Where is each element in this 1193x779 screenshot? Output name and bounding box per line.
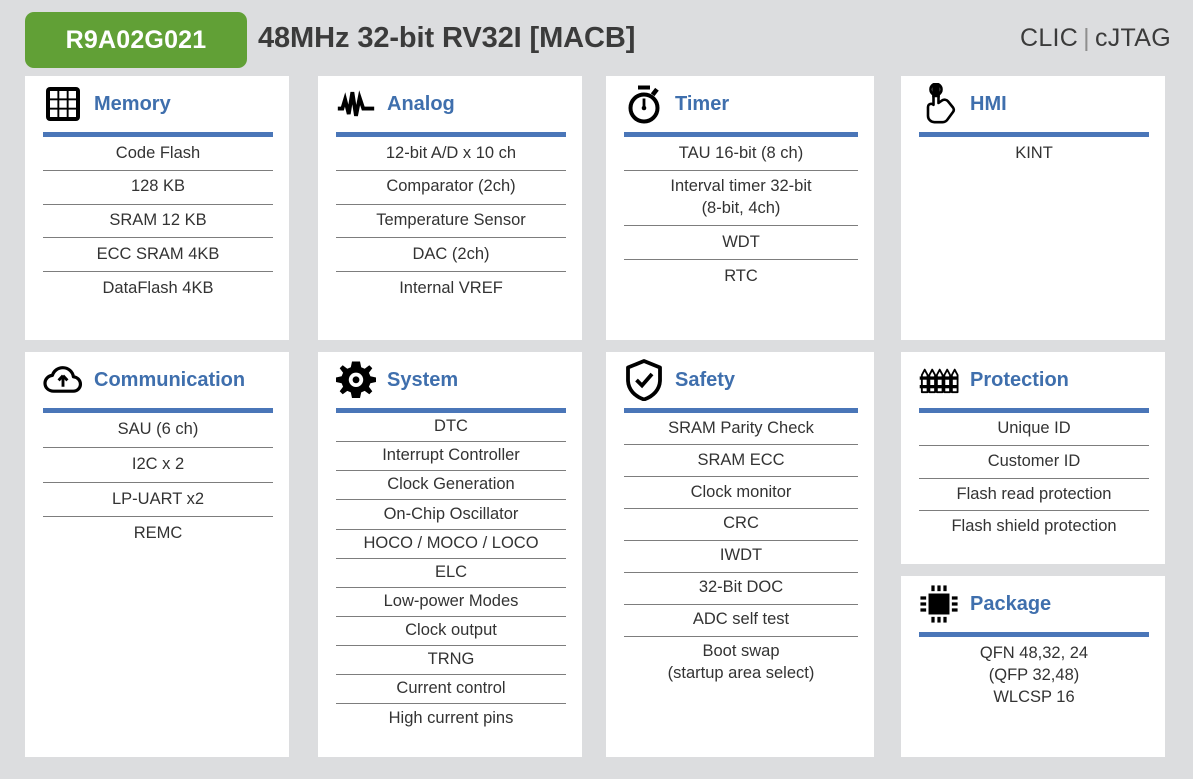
feature-item: On-Chip Oscillator — [336, 500, 566, 530]
feature-item: SRAM ECC — [624, 445, 858, 477]
feature-item: ADC self test — [624, 605, 858, 637]
feature-list-package: QFN 48,32, 24 (QFP 32,48) WLCSP 16 — [901, 637, 1165, 714]
feature-item: ELC — [336, 559, 566, 588]
feature-item: Low-power Modes — [336, 588, 566, 617]
card-title-memory: Memory — [94, 92, 171, 115]
feature-item: 32-Bit DOC — [624, 573, 858, 605]
touch-hand-icon — [919, 83, 959, 124]
feature-item: Clock monitor — [624, 477, 858, 509]
feature-item: Code Flash — [43, 137, 273, 171]
feature-list-hmi: KINT — [901, 137, 1165, 170]
card-header-safety: Safety — [606, 352, 874, 408]
feature-item: High current pins — [388, 708, 514, 727]
feature-item: 12-bit A/D x 10 ch — [336, 137, 566, 171]
card-header-memory: Memory — [25, 76, 289, 132]
feature-item: DataFlash 4KB — [102, 278, 214, 297]
card-memory: Memory Code Flash 128 KB SRAM 12 KB ECC SRAM… — [25, 76, 289, 340]
header: R9A02G021 48MHz 32-bit RV32I [MACB] CLIC… — [0, 0, 1193, 72]
feature-item: Temperature Sensor — [336, 205, 566, 239]
page-title: 48MHz 32-bit RV32I [MACB] — [258, 22, 636, 54]
card-title-hmi: HMI — [970, 92, 1007, 115]
cloud-upload-icon — [43, 360, 83, 400]
card-protection: Protection Unique ID Customer ID Flash read… — [901, 352, 1165, 564]
card-title-communication: Communication — [94, 368, 246, 391]
card-hmi: HMI KINT — [901, 76, 1165, 340]
feature-item: Unique ID — [919, 413, 1149, 446]
feature-item: DAC (2ch) — [336, 238, 566, 273]
feature-item: REMC — [133, 524, 183, 543]
card-header-analog: Analog — [318, 76, 582, 132]
card-header-communication: Communication — [25, 352, 289, 408]
header-feature-labels: CLIC | cJTAG — [1020, 24, 1171, 53]
feature-item: TAU 16-bit (8 ch) — [624, 137, 858, 171]
feature-item: CRC — [624, 509, 858, 541]
card-header-package: Package — [901, 576, 1165, 632]
feature-item: SRAM 12 KB — [43, 205, 273, 239]
shield-check-icon — [624, 359, 664, 401]
feature-item: I2C x 2 — [43, 448, 273, 483]
feature-list-safety: SRAM Parity Check SRAM ECC Clock monitor CR… — [606, 413, 874, 689]
card-header-protection: Protection — [901, 352, 1165, 408]
card-safety: Safety SRAM Parity Check SRAM ECC Clock mon… — [606, 352, 874, 757]
waveform-icon — [336, 84, 376, 124]
card-communication: Communication SAU (6 ch) I2C x 2 LP-UART x2… — [25, 352, 289, 757]
chip-part-number-badge: R9A02G021 — [25, 12, 247, 68]
chip-part-number-text: R9A02G021 — [65, 25, 207, 54]
feature-item: Flash shield protection — [951, 517, 1117, 536]
card-package: Package QFN 48,32, 24 (QFP 32,48) WLCSP 1… — [901, 576, 1165, 757]
feature-item: Clock output — [336, 617, 566, 647]
feature-item: HOCO / MOCO / LOCO — [336, 530, 566, 559]
card-title-safety: Safety — [675, 368, 736, 391]
feature-list-timer: TAU 16-bit (8 ch) Interval timer 32-bit (… — [606, 137, 874, 293]
chip-icon — [919, 584, 959, 624]
feature-item: SRAM Parity Check — [624, 413, 858, 445]
feature-item: Flash read protection — [919, 479, 1149, 512]
feature-item: Comparator (2ch) — [336, 171, 566, 205]
feature-list-protection: Unique ID Customer ID Flash read protectio… — [901, 413, 1165, 543]
feature-list-memory: Code Flash 128 KB SRAM 12 KB ECC SRAM 4KB Da… — [25, 137, 289, 305]
feature-item: WDT — [624, 226, 858, 261]
card-title-timer: Timer — [675, 92, 730, 115]
diagram-page: R9A02G021 48MHz 32-bit RV32I [MACB] CLIC… — [0, 0, 1193, 779]
feature-item: QFN 48,32, 24 (QFP 32,48) WLCSP 16 — [979, 644, 1089, 706]
feature-item: SAU (6 ch) — [43, 413, 273, 448]
feature-item: Interrupt Controller — [336, 442, 566, 472]
stopwatch-icon — [624, 84, 664, 124]
card-header-hmi: HMI — [901, 76, 1165, 132]
feature-item: RTC — [724, 266, 758, 285]
feature-item: KINT — [1015, 143, 1053, 162]
card-header-system: System — [318, 352, 582, 408]
feature-item: 128 KB — [43, 171, 273, 205]
card-analog: Analog 12-bit A/D x 10 ch Comparator (2ch)… — [318, 76, 582, 340]
feature-list-communication: SAU (6 ch) I2C x 2 LP-UART x2 REMC — [25, 413, 289, 551]
card-title-analog: Analog — [387, 92, 455, 115]
card-title-package: Package — [970, 592, 1052, 615]
feature-item: IWDT — [624, 541, 858, 573]
feature-item: Current control — [336, 675, 566, 705]
header-label-cjtag: cJTAG — [1094, 24, 1171, 52]
header-label-clic: CLIC — [1019, 24, 1079, 52]
feature-list-analog: 12-bit A/D x 10 ch Comparator (2ch) Temper… — [318, 137, 582, 305]
feature-list-system: DTC Interrupt Controller Clock Generation O… — [318, 413, 582, 733]
card-title-protection: Protection — [970, 368, 1069, 391]
feature-item: Customer ID — [919, 446, 1149, 479]
feature-item: DTC — [336, 413, 566, 443]
header-separator: | — [1083, 24, 1090, 52]
card-system: System DTC Interrupt Controller Clock Gener… — [318, 352, 582, 757]
feature-item: ECC SRAM 4KB — [43, 238, 273, 273]
fence-icon — [919, 360, 959, 400]
feature-item: TRNG — [336, 646, 566, 676]
feature-item: Clock Generation — [336, 471, 566, 501]
card-timer: Timer TAU 16-bit (8 ch) Interval timer 32-… — [606, 76, 874, 340]
feature-item: Boot swap (startup area select) — [667, 642, 815, 683]
grid-icon — [43, 84, 83, 124]
feature-item: Interval timer 32-bit (8-bit, 4ch) — [624, 171, 858, 227]
card-header-timer: Timer — [606, 76, 874, 132]
card-title-system: System — [387, 368, 459, 391]
gear-icon — [336, 360, 376, 400]
feature-item: Internal VREF — [399, 278, 503, 297]
feature-item: LP-UART x2 — [43, 483, 273, 518]
